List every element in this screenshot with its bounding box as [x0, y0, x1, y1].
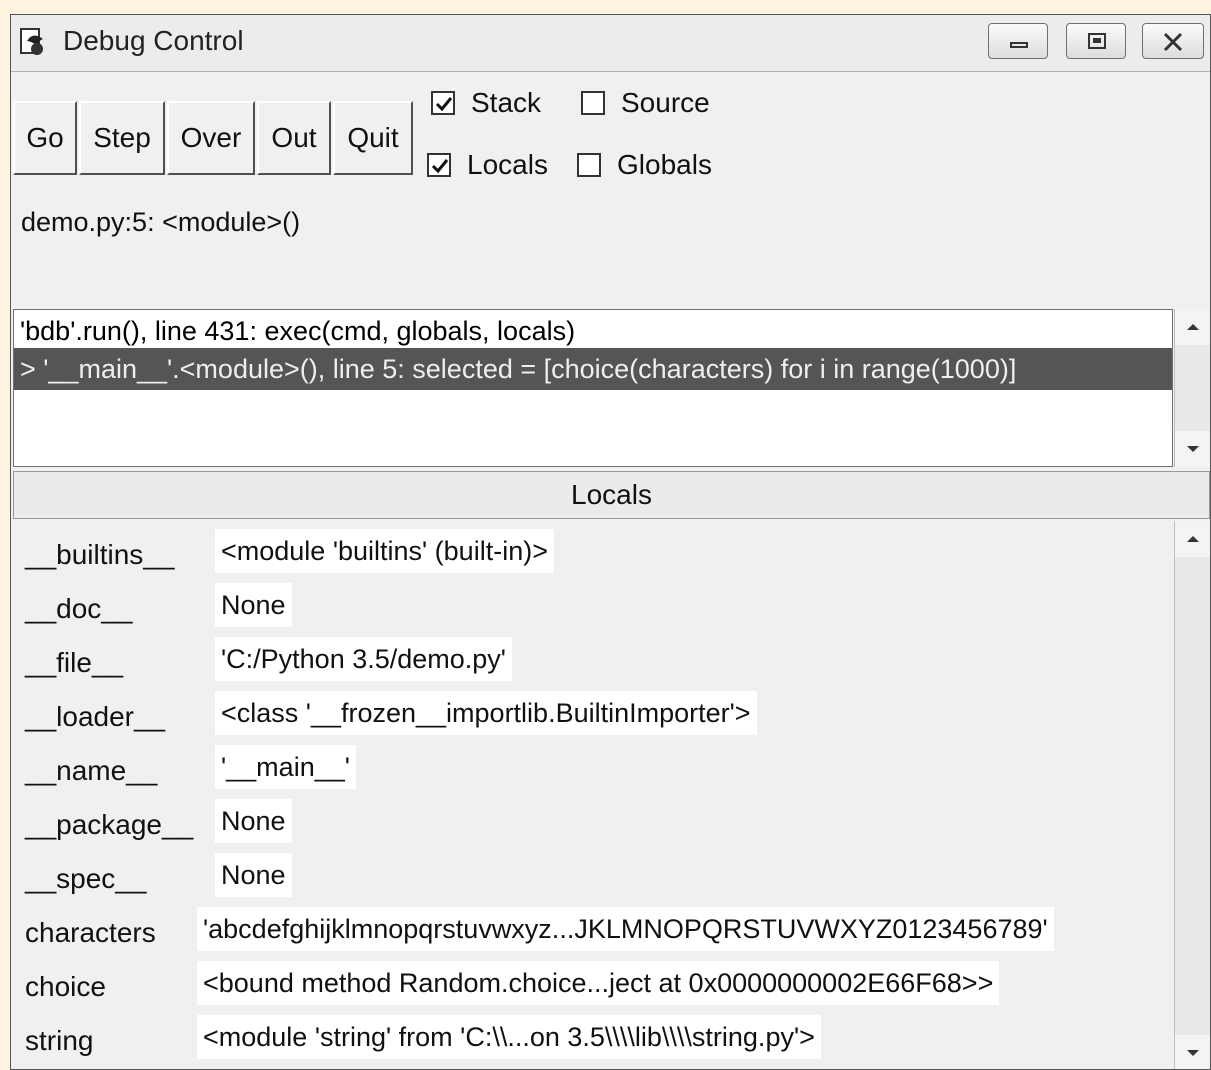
- variable-name: __doc__: [25, 593, 133, 624]
- locals-checkbox[interactable]: Locals: [427, 149, 548, 181]
- checkmark-icon: [431, 159, 449, 174]
- quit-button[interactable]: Quit: [333, 101, 413, 175]
- close-button[interactable]: [1142, 23, 1204, 59]
- locals-checkbox-label: Locals: [467, 149, 548, 180]
- source-checkbox[interactable]: Source: [581, 87, 710, 119]
- variable-row: string <module 'string' from 'C:\\...on …: [13, 1011, 1173, 1065]
- variable-name: string: [25, 1025, 94, 1056]
- maximize-icon: [1088, 33, 1106, 49]
- variable-value[interactable]: <module 'string' from 'C:\\...on 3.5\\\\…: [197, 1015, 821, 1059]
- debug-control-window: Debug Control Go Step Over Out Quit Stac…: [10, 14, 1211, 1070]
- variable-row: __builtins__ <module 'builtins' (built-i…: [13, 525, 1173, 579]
- out-button[interactable]: Out: [257, 101, 331, 175]
- variable-row: characters 'abcdefghijklmnopqrstuvwxyz..…: [13, 903, 1173, 957]
- stack-checkbox-label: Stack: [471, 87, 542, 118]
- checkbox-box[interactable]: [581, 91, 605, 115]
- checkmark-icon: [435, 97, 453, 112]
- variable-name: __loader__: [25, 701, 166, 732]
- variable-row: __spec__ None: [13, 849, 1173, 903]
- go-button[interactable]: Go: [13, 101, 77, 175]
- variable-value[interactable]: None: [215, 853, 292, 897]
- variable-name: __file__: [25, 647, 124, 678]
- variable-name: characters: [25, 917, 156, 948]
- stack-item[interactable]: 'bdb'.run(), line 431: exec(cmd, globals…: [14, 310, 1172, 352]
- checkbox-box[interactable]: [577, 153, 601, 177]
- variable-row: __doc__ None: [13, 579, 1173, 633]
- source-checkbox-label: Source: [621, 87, 710, 118]
- scroll-down-button[interactable]: [1175, 1035, 1210, 1069]
- variable-name: __package__: [25, 809, 194, 840]
- locals-list: __builtins__ <module 'builtins' (built-i…: [13, 521, 1173, 1069]
- python-tk-icon: [17, 27, 51, 59]
- variable-name: __name__: [25, 755, 158, 786]
- locals-scrollbar[interactable]: [1174, 521, 1210, 1069]
- arrow-up-icon: [1186, 324, 1199, 330]
- status-line: demo.py:5: <module>(): [21, 207, 301, 237]
- globals-checkbox-label: Globals: [617, 149, 712, 180]
- variable-value[interactable]: <bound method Random.choice...ject at 0x…: [197, 961, 1000, 1005]
- scroll-up-button[interactable]: [1175, 521, 1210, 557]
- variable-row: __name__ '__main__': [13, 741, 1173, 795]
- variable-row: __file__ 'C:/Python 3.5/demo.py': [13, 633, 1173, 687]
- variable-name: __spec__: [25, 863, 147, 894]
- variable-row: __loader__ <class '__frozen__importlib.B…: [13, 687, 1173, 741]
- arrow-down-icon: [1186, 446, 1199, 452]
- variable-value[interactable]: <module 'builtins' (built-in)>: [215, 529, 554, 573]
- variable-value[interactable]: '__main__': [215, 745, 356, 789]
- locals-header: Locals: [13, 471, 1210, 519]
- globals-checkbox[interactable]: Globals: [577, 149, 712, 181]
- arrow-up-icon: [1186, 536, 1199, 542]
- scroll-down-button[interactable]: [1175, 431, 1210, 467]
- variable-value[interactable]: <class '__frozen__importlib.BuiltinImpor…: [215, 691, 757, 735]
- stack-checkbox[interactable]: Stack: [431, 87, 541, 119]
- minimize-icon: [1010, 42, 1028, 48]
- title-bar[interactable]: Debug Control: [11, 15, 1210, 72]
- stack-scrollbar[interactable]: [1174, 309, 1210, 467]
- checkbox-box[interactable]: [427, 153, 451, 177]
- step-button[interactable]: Step: [79, 101, 165, 175]
- stack-list[interactable]: 'bdb'.run(), line 431: exec(cmd, globals…: [13, 309, 1173, 467]
- scroll-up-button[interactable]: [1175, 309, 1210, 345]
- arrow-down-icon: [1186, 1050, 1199, 1056]
- window-title: Debug Control: [63, 25, 244, 56]
- over-button[interactable]: Over: [167, 101, 255, 175]
- variable-row: choice <bound method Random.choice...jec…: [13, 957, 1173, 1011]
- stack-item-selected[interactable]: > '__main__'.<module>(), line 5: selecte…: [14, 348, 1172, 390]
- variable-value[interactable]: None: [215, 583, 292, 627]
- variable-value[interactable]: None: [215, 799, 292, 843]
- minimize-button[interactable]: [988, 23, 1048, 59]
- variable-row: __package__ None: [13, 795, 1173, 849]
- maximize-button[interactable]: [1066, 23, 1126, 59]
- variable-value[interactable]: 'abcdefghijklmnopqrstuvwxyz...JKLMNOPQRS…: [197, 907, 1054, 951]
- variable-name: __builtins__: [25, 539, 175, 570]
- variable-value[interactable]: 'C:/Python 3.5/demo.py': [215, 637, 512, 681]
- close-icon: [1163, 32, 1183, 52]
- variable-name: choice: [25, 971, 106, 1002]
- checkbox-box[interactable]: [431, 91, 455, 115]
